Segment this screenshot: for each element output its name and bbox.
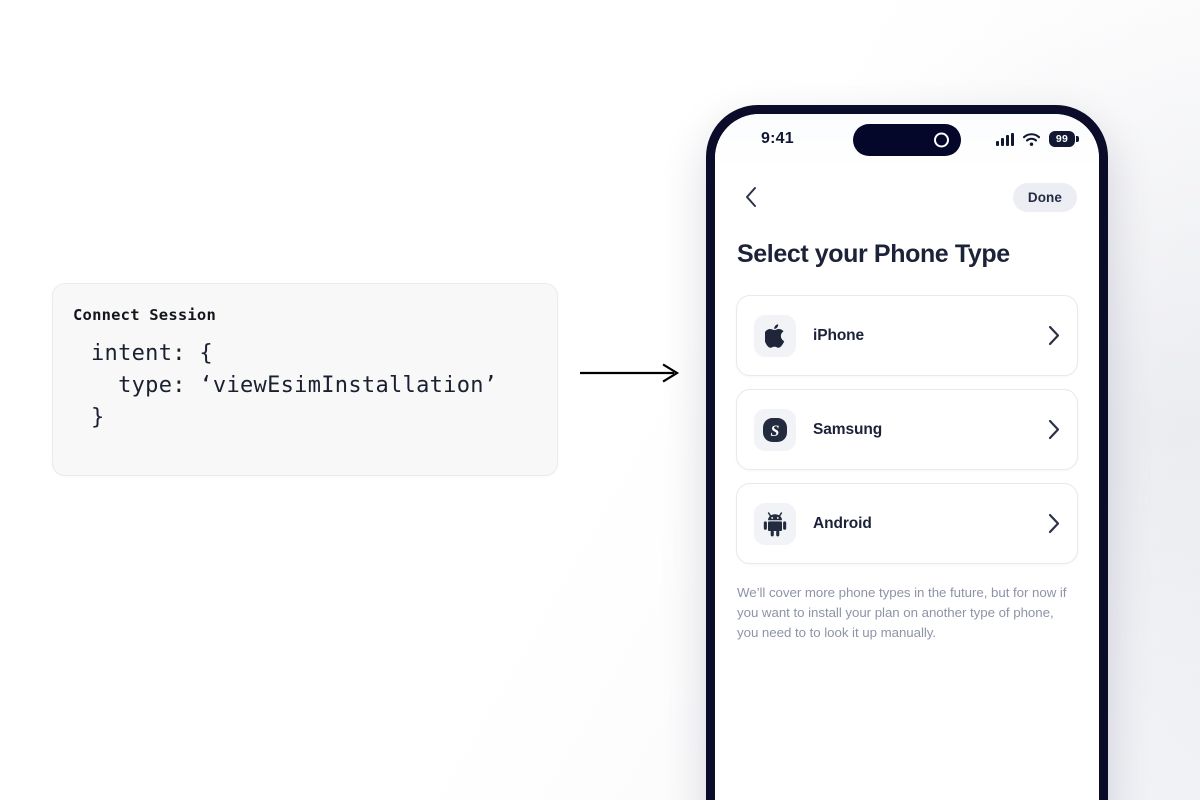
done-button[interactable]: Done bbox=[1012, 182, 1077, 212]
nav-bar: Done bbox=[715, 170, 1099, 224]
page-title: Select your Phone Type bbox=[737, 240, 1010, 268]
arrow-right-icon bbox=[578, 362, 686, 389]
option-label: Android bbox=[813, 514, 872, 532]
phone-type-list: iPhone S Samsung Android bbox=[736, 295, 1078, 564]
battery-indicator: 99 bbox=[1048, 131, 1075, 147]
chevron-right-icon bbox=[1048, 419, 1060, 440]
option-label: iPhone bbox=[813, 326, 865, 344]
wifi-icon bbox=[1022, 132, 1040, 146]
connect-session-title: Connect Session bbox=[73, 306, 216, 324]
status-indicators: 99 bbox=[995, 131, 1075, 147]
samsung-logo-icon: S bbox=[754, 408, 796, 451]
front-camera-icon bbox=[934, 132, 949, 148]
chevron-left-icon bbox=[745, 187, 756, 207]
cellular-signal-icon bbox=[995, 132, 1014, 146]
phone-mockup: 9:41 99 Done Select your Phone Type iPho… bbox=[706, 105, 1108, 800]
option-row-iphone[interactable]: iPhone bbox=[736, 295, 1078, 376]
option-label: Samsung bbox=[813, 420, 883, 438]
svg-text:S: S bbox=[771, 423, 780, 440]
chevron-right-icon bbox=[1048, 513, 1060, 534]
status-bar: 9:41 99 bbox=[715, 114, 1099, 170]
android-robot-icon bbox=[754, 502, 796, 545]
option-row-samsung[interactable]: S Samsung bbox=[736, 389, 1078, 470]
option-row-android[interactable]: Android bbox=[736, 483, 1078, 564]
connect-session-code: intent: { type: ‘viewEsimInstallation’ } bbox=[91, 341, 498, 430]
apple-logo-icon bbox=[754, 314, 796, 357]
connect-session-card: Connect Session intent: { type: ‘viewEsi… bbox=[52, 283, 558, 476]
footer-note: We’ll cover more phone types in the futu… bbox=[737, 585, 1067, 640]
back-button[interactable] bbox=[737, 183, 765, 211]
phone-screen: 9:41 99 Done Select your Phone Type iPho… bbox=[715, 114, 1099, 800]
dynamic-island bbox=[853, 124, 961, 156]
chevron-right-icon bbox=[1048, 325, 1060, 346]
status-time: 9:41 bbox=[761, 130, 794, 147]
